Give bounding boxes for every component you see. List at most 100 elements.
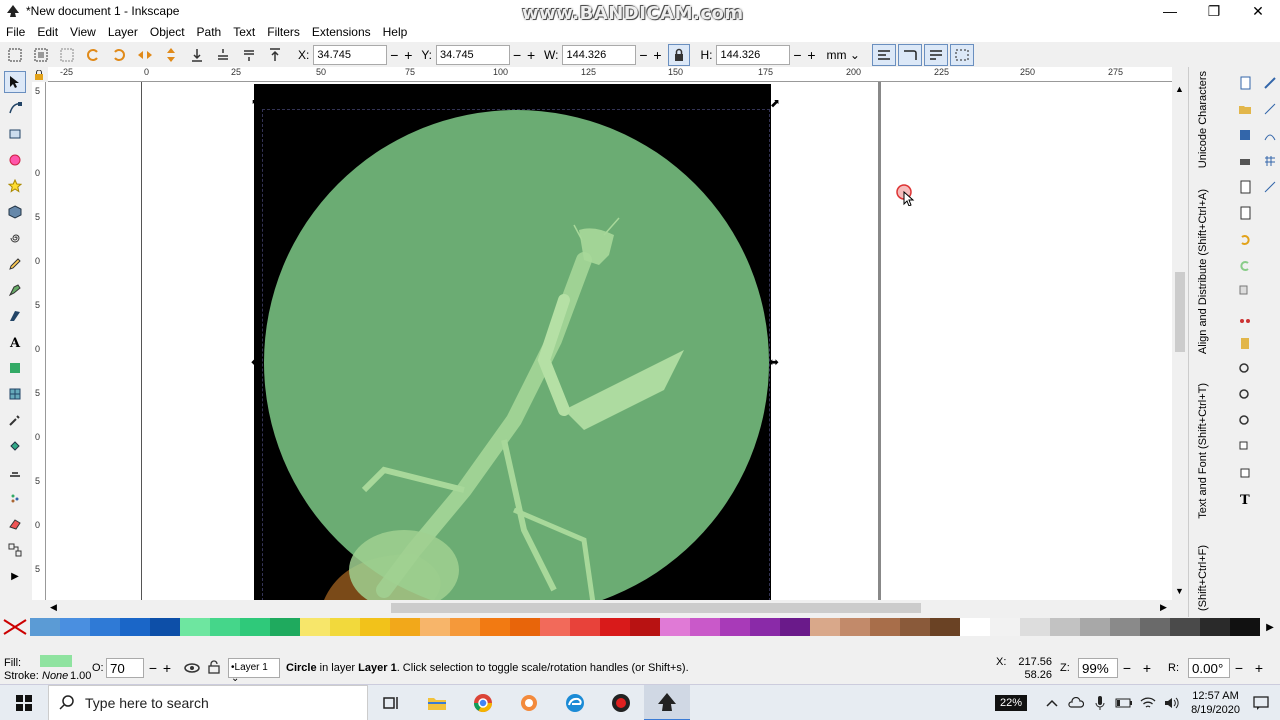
redo-icon[interactable] [1235,255,1255,275]
pen-tool[interactable] [4,279,26,301]
selector-tool[interactable] [4,71,26,93]
menu-help[interactable]: Help [383,25,408,39]
tab-fill-and-stroke[interactable]: (Shift+Ctrl+F) [1197,545,1209,611]
rotate-ccw-icon[interactable] [84,46,102,64]
color-swatch[interactable] [1200,618,1230,636]
3d-box-tool[interactable] [4,201,26,223]
height-decrement-button[interactable]: − [790,45,804,65]
resize-handle-e[interactable]: ⬌ [769,355,779,369]
color-swatch[interactable] [330,618,360,636]
horizontal-scrollbar[interactable]: ◀ ▶ [46,600,1172,616]
menu-layer[interactable]: Layer [108,25,138,39]
width-increment-button[interactable]: + [650,45,664,65]
height-increment-button[interactable]: + [804,45,818,65]
color-swatch[interactable] [570,618,600,636]
zoom-input[interactable] [1078,658,1118,678]
zoom-selection-icon[interactable] [1235,359,1255,379]
color-swatch[interactable] [990,618,1020,636]
x-decrement-button[interactable]: − [387,45,401,65]
taskbar-inkscape[interactable] [644,684,690,720]
color-swatch[interactable] [1140,618,1170,636]
snap-toggle-icon[interactable] [1260,73,1280,93]
menu-view[interactable]: View [70,25,96,39]
color-swatch[interactable] [390,618,420,636]
taskbar-file-explorer[interactable] [414,685,460,720]
scroll-down-arrow[interactable]: ▼ [1175,586,1184,596]
ruler-corner-lock[interactable] [30,67,48,82]
show-hidden-icons-chevron-icon[interactable] [1041,692,1063,714]
battery-indicator[interactable]: 22% [995,695,1028,711]
close-button[interactable]: ✕ [1236,0,1280,22]
snap-guide-icon[interactable] [1260,177,1280,197]
color-swatch[interactable] [120,618,150,636]
tab-align-and-distribute[interactable]: Align and Distribute (Shift+Ctrl+A) [1197,189,1209,354]
color-swatch[interactable] [900,618,930,636]
color-swatch[interactable] [720,618,750,636]
menu-path[interactable]: Path [197,25,222,39]
menu-object[interactable]: Object [150,25,185,39]
color-swatch[interactable] [480,618,510,636]
menu-edit[interactable]: Edit [37,25,58,39]
move-gradients-toggle[interactable] [923,43,948,66]
zoom-decrement-button[interactable]: − [1120,658,1134,678]
menu-extensions[interactable]: Extensions [312,25,371,39]
toolbox-expand-arrow[interactable]: ▶ [4,565,26,587]
text-tool[interactable]: A [4,331,26,353]
maximize-button[interactable]: ❐ [1192,0,1236,22]
clone-icon[interactable] [1235,463,1255,483]
menu-file[interactable]: File [6,25,25,39]
color-swatch[interactable] [150,618,180,636]
menu-filters[interactable]: Filters [267,25,300,39]
volume-icon[interactable] [1161,692,1183,714]
rotation-decrement-button[interactable]: − [1232,658,1246,678]
taskbar-chrome[interactable] [460,685,506,720]
flip-horizontal-icon[interactable] [136,46,154,64]
new-document-icon[interactable] [1235,73,1255,93]
color-swatch[interactable] [420,618,450,636]
resize-handle-nw[interactable]: ⬉ [251,96,261,110]
horizontal-scroll-thumb[interactable] [391,603,921,613]
dropper-tool[interactable] [4,409,26,431]
cut-icon[interactable] [1235,307,1255,327]
text-font-icon[interactable]: T [1235,489,1255,509]
paste-icon[interactable] [1235,333,1255,353]
move-patterns-toggle[interactable] [949,43,974,66]
taskbar-bandicam[interactable] [598,685,644,720]
rotation-input[interactable] [1188,658,1230,678]
onedrive-cloud-icon[interactable] [1065,692,1087,714]
tab-unicode-characters[interactable]: Unicode Characters [1197,71,1209,168]
print-icon[interactable] [1235,151,1255,171]
spiral-tool[interactable] [4,227,26,249]
mesh-tool[interactable] [4,383,26,405]
color-swatch[interactable] [30,618,60,636]
snap-grid-icon[interactable] [1260,151,1280,171]
scale-stroke-toggle[interactable] [871,43,896,66]
opacity-increment-button[interactable]: + [160,658,174,678]
scale-corners-toggle[interactable] [897,43,922,66]
color-swatch[interactable] [1170,618,1200,636]
color-swatch[interactable] [60,618,90,636]
color-swatch[interactable] [450,618,480,636]
select-all-layers-icon[interactable] [32,46,50,64]
lock-icon[interactable] [208,660,220,674]
minimize-button[interactable]: — [1148,0,1192,22]
duplicate-icon[interactable] [1235,437,1255,457]
x-increment-button[interactable]: + [401,45,415,65]
spray-tool[interactable] [4,487,26,509]
notifications-icon[interactable] [1250,692,1272,714]
start-button[interactable] [0,685,48,720]
taskbar-search-box[interactable]: Type here to search [48,684,368,720]
select-all-icon[interactable] [6,46,24,64]
color-swatch[interactable] [750,618,780,636]
color-swatch[interactable] [660,618,690,636]
paint-bucket-tool[interactable] [4,435,26,457]
rotate-cw-icon[interactable] [110,46,128,64]
ellipse-tool[interactable] [4,149,26,171]
y-increment-button[interactable]: + [524,45,538,65]
zoom-increment-button[interactable]: + [1140,658,1154,678]
width-input[interactable] [562,44,637,65]
color-swatch[interactable] [1110,618,1140,636]
snap-nodes-icon[interactable] [1260,125,1280,145]
stroke-indicator[interactable]: None [42,670,68,682]
zoom-page-icon[interactable] [1235,411,1255,431]
